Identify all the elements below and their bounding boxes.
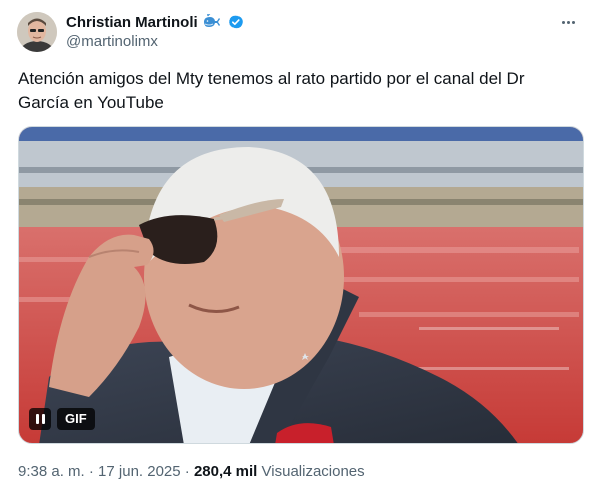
gif-badge: GIF xyxy=(57,408,95,430)
media-gif[interactable]: GIF xyxy=(18,126,584,444)
verified-badge-icon[interactable] xyxy=(226,13,244,31)
author-row: Christian Martinoli xyxy=(66,12,244,32)
more-options-icon[interactable] xyxy=(557,13,579,31)
meta-separator: · xyxy=(88,463,94,480)
gif-controls: GIF xyxy=(29,407,95,431)
avatar[interactable] xyxy=(17,12,57,52)
views-label: Visualizaciones xyxy=(261,463,365,480)
tweet-time[interactable]: 9:38 a. m. xyxy=(18,463,85,480)
whale-icon xyxy=(202,14,222,30)
meta-separator: · xyxy=(184,463,190,480)
tweet-meta: 9:38 a. m. · 17 jun. 2025 · 280,4 mil Vi… xyxy=(18,463,365,480)
author-handle[interactable]: @martinolimx xyxy=(66,33,158,50)
author-name[interactable]: Christian Martinoli xyxy=(66,14,198,31)
tweet-date[interactable]: 17 jun. 2025 xyxy=(98,463,181,480)
pause-icon[interactable] xyxy=(29,408,51,430)
tweet-card: Christian Martinoli @martinolimx Atenció… xyxy=(0,0,593,485)
tweet-text: Atención amigos del Mty tenemos al rato … xyxy=(18,69,525,112)
views-count[interactable]: 280,4 mil xyxy=(194,463,257,480)
